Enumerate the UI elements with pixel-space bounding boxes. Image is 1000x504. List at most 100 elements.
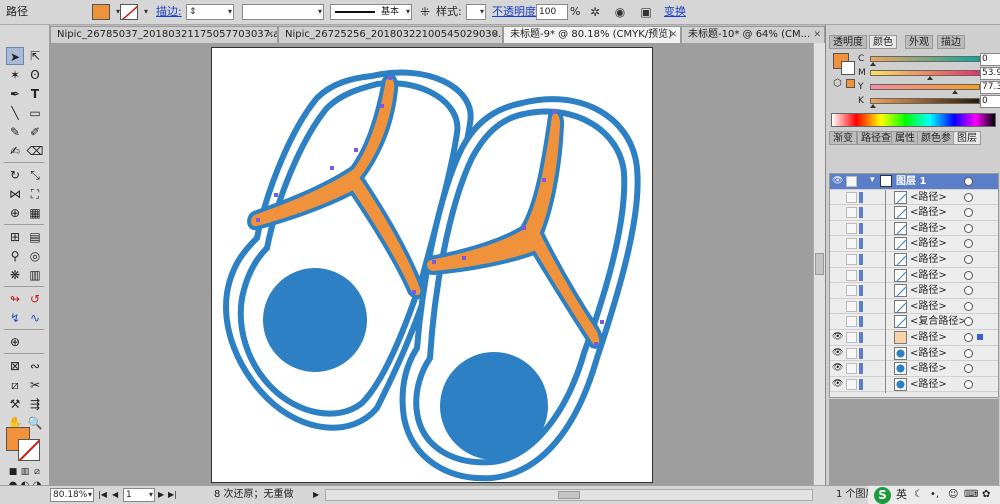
eye-icon[interactable] xyxy=(832,316,843,327)
pen-tool-icon[interactable]: ✒ xyxy=(6,85,24,103)
target-icon[interactable] xyxy=(964,301,973,311)
target-icon[interactable] xyxy=(964,286,973,296)
layer-item[interactable]: 👁 <路径> xyxy=(830,345,998,362)
layer-item[interactable]: <路径> xyxy=(830,220,998,237)
tab-pathfinder[interactable]: 路径查 xyxy=(857,131,895,145)
target-icon[interactable] xyxy=(964,177,973,186)
layer-item[interactable]: <路径> xyxy=(830,205,998,222)
layer-name[interactable]: 图层 1 xyxy=(896,174,926,189)
wrinkle-tool-icon[interactable]: ∿ xyxy=(26,309,44,327)
tab-color[interactable]: 颜色 xyxy=(869,35,897,49)
close-icon[interactable]: ✕ xyxy=(669,27,677,43)
target-icon[interactable] xyxy=(964,379,973,389)
close-icon[interactable]: ✕ xyxy=(266,27,274,43)
eye-icon[interactable] xyxy=(832,207,843,218)
twirl-tool-icon[interactable]: ↺ xyxy=(26,290,44,308)
target-icon[interactable] xyxy=(964,317,973,327)
lock-toggle[interactable] xyxy=(846,254,857,265)
document-tab-3[interactable]: 未标题-9* @ 80.18% (CMYK/预览) ✕ xyxy=(503,26,681,43)
eye-icon[interactable] xyxy=(832,270,843,281)
variable-width-dropdown[interactable]: ▾ xyxy=(242,4,324,20)
emoji-icon[interactable]: ☺ xyxy=(948,488,958,502)
document-tab-2[interactable]: Nipic_26725256_20180322100545029030.ai* ✕ xyxy=(278,26,503,43)
blend-tool-icon[interactable]: ◎ xyxy=(26,247,44,265)
layer-item[interactable]: <路径> xyxy=(830,189,998,206)
live-paint-selection-icon[interactable]: ⇶ xyxy=(26,395,44,413)
first-artboard-icon[interactable]: |◀ xyxy=(98,488,107,502)
symbol-sprayer-tool-icon[interactable]: ❋ xyxy=(6,266,24,284)
tab-layers[interactable]: 图层 xyxy=(953,131,981,145)
moon-icon[interactable]: ☾ xyxy=(914,488,923,502)
target-icon[interactable] xyxy=(964,333,973,342)
document-tab-1[interactable]: Nipic_26785037_20180321175057703037.ai* ✕ xyxy=(50,26,278,43)
web-safe-swatch[interactable] xyxy=(846,79,855,88)
stroke-dropdown-icon[interactable]: ▾ xyxy=(138,4,154,20)
lock-toggle[interactable] xyxy=(846,347,857,359)
selection-indicator[interactable] xyxy=(977,334,983,340)
scrollbar-thumb[interactable] xyxy=(558,491,580,499)
last-artboard-icon[interactable]: ▶| xyxy=(168,488,177,502)
layer-item[interactable]: <路径> xyxy=(830,283,998,300)
next-artboard-icon[interactable]: ▶ xyxy=(158,488,164,502)
lock-toggle[interactable] xyxy=(846,176,857,187)
transform-link[interactable]: 变换 xyxy=(664,4,686,20)
layer-row-top[interactable]: 👁 ▾ 图层 1 xyxy=(830,174,998,190)
vertical-scrollbar[interactable] xyxy=(813,43,825,485)
artboard[interactable] xyxy=(211,47,653,483)
slice-tool-icon[interactable]: ∾ xyxy=(26,357,44,375)
eye-icon[interactable] xyxy=(832,192,843,203)
slider-yellow[interactable]: Y 77.34 % xyxy=(858,81,1000,95)
target-icon[interactable] xyxy=(964,208,973,218)
target-icon[interactable] xyxy=(964,364,973,374)
paintbrush-tool-icon[interactable]: ✎ xyxy=(6,123,24,141)
tab-transparency[interactable]: 透明度 xyxy=(829,35,867,49)
layer-item[interactable]: <路径> xyxy=(830,267,998,284)
target-icon[interactable] xyxy=(964,192,973,202)
scrollbar-thumb[interactable] xyxy=(815,253,824,275)
stroke-weight-input[interactable]: ⇕ ▾ xyxy=(186,4,234,20)
align-icon[interactable]: ▣ xyxy=(638,4,654,20)
lock-toggle[interactable] xyxy=(846,378,857,390)
layer-item[interactable]: <路径> xyxy=(830,298,998,315)
magic-wand-tool-icon[interactable]: ✶ xyxy=(6,66,24,84)
tab-gradient[interactable]: 渐变 xyxy=(829,131,857,145)
width-tool-icon[interactable]: ⋈ xyxy=(6,185,24,203)
lock-toggle[interactable] xyxy=(846,238,857,250)
prev-artboard-icon[interactable]: ◀ xyxy=(112,488,118,502)
tab-attributes[interactable]: 属性 xyxy=(891,131,919,145)
layer-item[interactable]: 👁 <路径> xyxy=(830,376,998,393)
line-tool-icon[interactable]: ╲ xyxy=(6,104,24,122)
zoom-input[interactable]: 80.18% ▾ xyxy=(50,488,94,502)
slider-cyan[interactable]: C 0 % xyxy=(858,53,1000,67)
close-icon[interactable]: ✕ xyxy=(813,27,821,43)
scissors-tool-icon[interactable]: ✂ xyxy=(26,376,44,394)
lock-toggle[interactable] xyxy=(846,191,857,203)
target-icon[interactable] xyxy=(964,270,973,280)
target-icon[interactable] xyxy=(964,239,973,249)
fill-swatch[interactable] xyxy=(92,4,110,20)
eye-icon[interactable]: 👁 xyxy=(832,332,843,343)
lock-toggle[interactable] xyxy=(846,285,857,297)
recolor-icon[interactable]: ✲ xyxy=(587,4,603,20)
eyedropper-tool-icon[interactable]: ⚲ xyxy=(6,247,24,265)
eye-icon[interactable]: 👁 xyxy=(832,348,843,359)
free-transform-tool-icon[interactable]: ⛶ xyxy=(26,185,44,203)
out-of-gamut-icon[interactable]: ⬡ xyxy=(833,78,842,89)
canvas-area[interactable] xyxy=(50,43,813,485)
panel-stroke-swatch[interactable] xyxy=(841,61,855,75)
layer-item[interactable]: 👁 <路径> xyxy=(830,361,998,378)
live-paint-tool-icon[interactable]: ⚒ xyxy=(6,395,24,413)
blob-brush-tool-icon[interactable]: ✍ xyxy=(6,142,24,160)
opacity-link[interactable]: 不透明度: xyxy=(492,4,540,20)
scale-tool-icon[interactable]: ⤡ xyxy=(26,166,44,184)
lock-toggle[interactable] xyxy=(846,300,857,312)
mesh-tool-icon[interactable]: ⊞ xyxy=(6,228,24,246)
stroke-color-swatch[interactable] xyxy=(18,439,40,461)
direct-selection-tool-icon[interactable]: ⇱ xyxy=(26,47,44,65)
sogou-logo-icon[interactable]: S xyxy=(874,487,891,504)
rectangle-tool-icon[interactable]: ▭ xyxy=(26,104,44,122)
pencil-tool-icon[interactable]: ✐ xyxy=(26,123,44,141)
perspective-grid-tool-icon[interactable]: ▦ xyxy=(26,204,44,222)
status-menu-arrow-icon[interactable]: ▶ xyxy=(313,488,319,502)
layer-item[interactable]: 👁 <路径> xyxy=(830,330,998,346)
